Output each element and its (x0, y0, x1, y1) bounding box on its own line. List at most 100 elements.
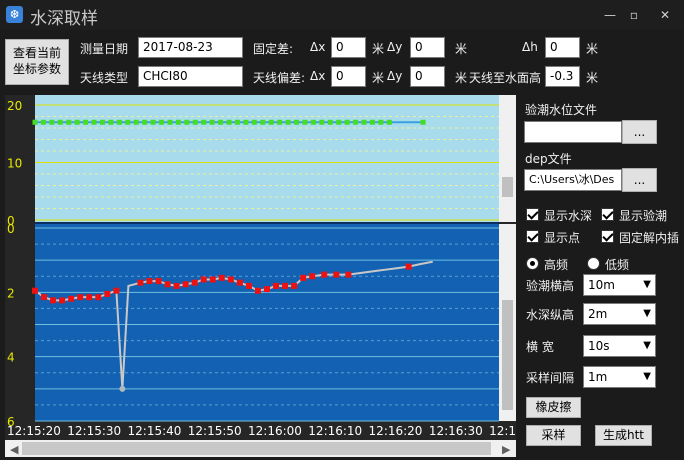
x-tick-label: 12:16:10 (308, 424, 362, 438)
antenna-type-label: 天线类型 (80, 71, 129, 85)
low-freq-radio[interactable] (587, 257, 600, 270)
dh-label: Δh (522, 40, 538, 54)
view-coords-label-2: 坐标参数 (12, 62, 61, 76)
depth-point (291, 282, 298, 289)
x-tick-label: 12:16:30 (429, 424, 483, 438)
interval-value: 1m (588, 370, 608, 384)
depth-point (113, 287, 120, 294)
dep-file-input[interactable]: C:\Users\冰\Des (524, 169, 622, 191)
offset-dx-label: Δx (310, 69, 326, 83)
width-select[interactable]: 10s ▼ (583, 335, 656, 357)
tide-point (66, 119, 72, 125)
low-freq-label: 低频 (605, 258, 630, 272)
tide-vscroll (499, 95, 516, 222)
x-tick-label: 12:16 (489, 424, 516, 438)
hscroll-thumb[interactable] (22, 442, 491, 455)
depth-y-tick-label: 2 (7, 286, 15, 300)
fixed-dx-input[interactable]: 0 (331, 37, 366, 58)
fixed-dx-unit: 米 (372, 42, 385, 56)
generate-htt-button[interactable]: 生成htt (595, 425, 652, 446)
fixed-diff-label: 固定差: (253, 42, 294, 56)
hscroll-svg: ◀ ▶ (10, 442, 511, 456)
depth-point (345, 271, 352, 278)
antenna-to-water-input[interactable]: -0.3 (545, 66, 580, 87)
tide-point (234, 119, 240, 125)
tide-y-tick-label: 10 (7, 157, 22, 171)
interval-select[interactable]: 1m ▼ (583, 366, 656, 388)
depth-point (333, 271, 340, 278)
offset-dy-input[interactable]: 0 (410, 66, 445, 87)
fixed-interp-checkbox[interactable] (601, 230, 614, 243)
scroll-left-icon[interactable]: ◀ (10, 443, 19, 456)
depth-point (218, 274, 225, 281)
horizontal-scrollbar[interactable]: ◀ ▶ (5, 440, 516, 457)
tide-h-select[interactable]: 10m ▼ (583, 274, 656, 296)
date-label: 测量日期 (80, 42, 129, 56)
dep-file-label: dep文件 (525, 152, 572, 166)
date-input[interactable]: 2017-08-23 (138, 37, 243, 58)
offset-dx-input[interactable]: 0 (331, 66, 366, 87)
depth-point (173, 282, 180, 289)
depth-point (68, 295, 75, 302)
tide-point (209, 119, 215, 125)
tide-point (251, 119, 257, 125)
show-depth-checkbox[interactable] (526, 208, 539, 221)
tide-point (285, 119, 291, 125)
depth-v-select[interactable]: 2m ▼ (583, 303, 656, 325)
chart-area[interactable]: 0 10 20 0 2 4 6 12:15:20 12:15:30 12:15:40 12:15:5… (5, 95, 524, 440)
tide-point (268, 119, 274, 125)
depth-point (86, 294, 93, 301)
tide-point (243, 119, 249, 125)
tide-point (49, 119, 55, 125)
depth-y-tick-label: 0 (7, 222, 15, 236)
show-points-checkbox[interactable] (526, 230, 539, 243)
tide-vscroll-thumb (502, 177, 513, 197)
tide-point (175, 119, 181, 125)
antenna-type-input[interactable]: CHCI80 (138, 66, 243, 87)
offset-dx-unit: 米 (372, 71, 385, 85)
fixed-dy-input[interactable]: 0 (410, 37, 445, 58)
close-button[interactable]: ✕ (655, 7, 675, 23)
tide-point (260, 119, 266, 125)
tide-file-label: 验潮水位文件 (525, 103, 598, 117)
dh-unit: 米 (586, 42, 599, 56)
tide-point (386, 119, 392, 125)
tide-point (277, 119, 283, 125)
offset-dy-label: Δy (387, 69, 403, 83)
tide-point (40, 119, 46, 125)
tide-file-browse-button[interactable]: ... (622, 120, 657, 144)
sample-button[interactable]: 采样 (526, 425, 581, 446)
high-freq-radio[interactable] (526, 257, 539, 270)
width-label: 横 宽 (526, 340, 554, 354)
tide-point (353, 119, 359, 125)
show-points-label: 显示点 (544, 231, 581, 245)
maximize-button[interactable]: ▫ (624, 7, 644, 23)
tide-point (108, 119, 114, 125)
depth-point (95, 294, 102, 301)
depth-point (59, 297, 66, 304)
x-tick-label: 12:15:30 (67, 424, 121, 438)
depth-point (146, 278, 153, 285)
eraser-button[interactable]: 橡皮擦 (526, 397, 581, 418)
minimize-button[interactable]: — (600, 7, 620, 23)
depth-point (32, 287, 38, 294)
scroll-right-icon[interactable]: ▶ (502, 443, 511, 456)
width-value: 10s (588, 339, 610, 353)
show-tide-checkbox[interactable] (601, 208, 614, 221)
tide-point (369, 119, 375, 125)
tide-point (142, 119, 148, 125)
tide-point (184, 119, 190, 125)
dh-input[interactable]: 0 (545, 37, 580, 58)
depth-point (209, 276, 216, 283)
tide-point (133, 119, 139, 125)
depth-point (264, 286, 270, 293)
tide-point (32, 119, 38, 125)
tide-point (378, 119, 384, 125)
depth-point (405, 263, 412, 270)
view-coords-button[interactable]: 查看当前 坐标参数 (5, 39, 69, 85)
depth-point (182, 281, 189, 288)
chart-svg[interactable]: 01020024612:15:20 12:15:30 12:15:40 12:15:5… (5, 95, 524, 440)
tide-file-input[interactable] (524, 121, 622, 143)
window-title: 水深取样 (30, 9, 98, 29)
dep-file-browse-button[interactable]: ... (622, 168, 657, 192)
